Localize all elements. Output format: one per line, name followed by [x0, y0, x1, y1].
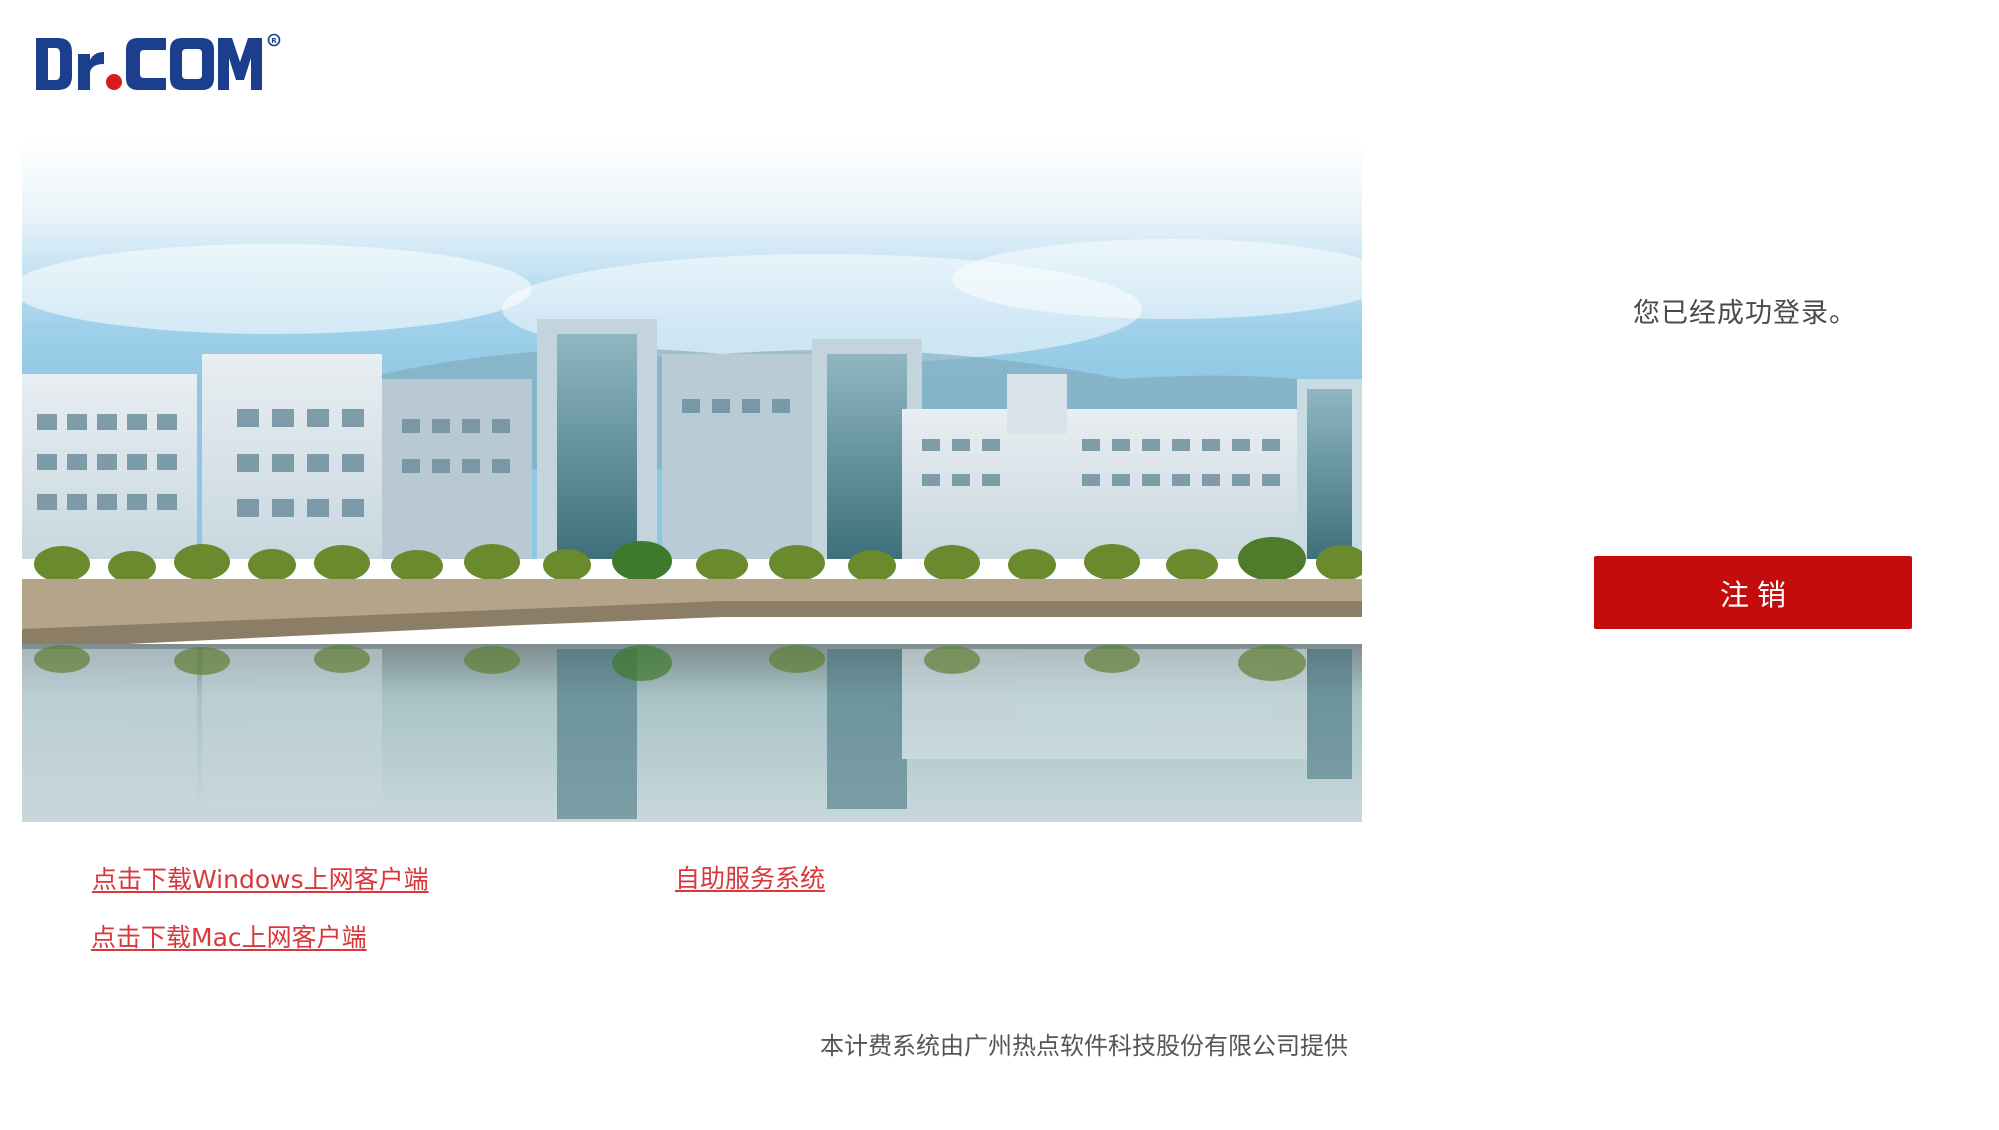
mac-client-download-link[interactable]: 点击下载Mac上网客户端 — [91, 918, 367, 954]
campus-photo — [22, 139, 1362, 822]
drcom-logo: R — [34, 32, 284, 96]
windows-client-download-link[interactable]: 点击下载Windows上网客户端 — [92, 860, 429, 896]
self-service-link[interactable]: 自助服务系统 — [675, 859, 825, 895]
logout-button[interactable]: 注销 — [1594, 556, 1912, 629]
page: R 您已经成功登录。 注销 点击下载Windows上网客户端 自助服务系统 点击… — [0, 0, 1999, 1130]
footer-provider-text: 本计费系统由广州热点软件科技股份有限公司提供 — [820, 1032, 1348, 1060]
campus-photo-graphic — [22, 139, 1362, 822]
svg-text:R: R — [271, 37, 277, 45]
drcom-logo-graphic: R — [36, 33, 281, 90]
login-status-message: 您已经成功登录。 — [1633, 298, 1857, 329]
